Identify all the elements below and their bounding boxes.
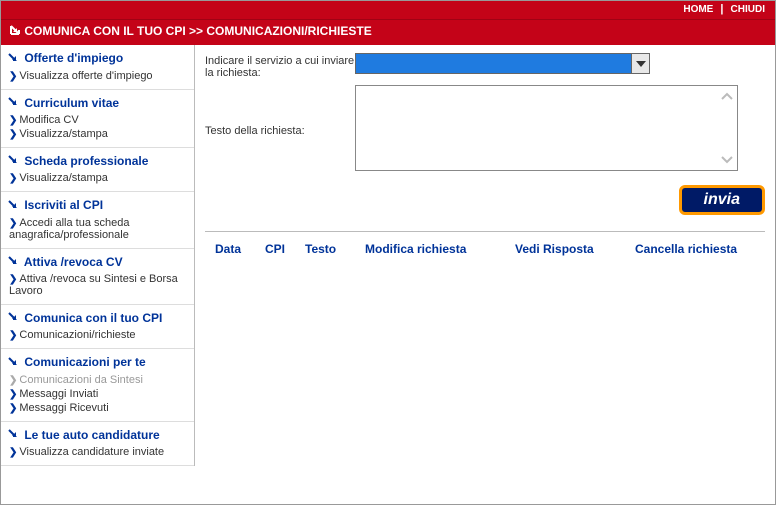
menu-header-label: Scheda professionale xyxy=(24,154,148,168)
divider xyxy=(205,231,765,232)
menu-item[interactable]: ❯Modifica CV xyxy=(7,113,188,127)
menu-item[interactable]: ❯Visualizza/stampa xyxy=(7,127,188,141)
chevron-up-icon xyxy=(719,88,735,104)
col-modifica: Modifica richiesta xyxy=(355,242,505,256)
menu-section: Comunica con il tuo CPI ❯Comunicazioni/ri… xyxy=(1,305,194,349)
menu-header[interactable]: Scheda professionale xyxy=(7,152,188,171)
col-cpi: CPI xyxy=(255,242,295,256)
menu-section: Attiva /revoca CV ❯Attiva /revoca su Sint… xyxy=(1,249,194,305)
arrow-icon xyxy=(7,154,19,169)
menu-header[interactable]: Comunica con il tuo CPI xyxy=(7,309,188,328)
text-label: Testo della richiesta: xyxy=(205,85,355,137)
dropdown-icon xyxy=(631,54,649,73)
menu-item[interactable]: ❯Visualizza/stampa xyxy=(7,171,188,185)
col-cancella: Cancella richiesta xyxy=(625,242,765,256)
service-select[interactable] xyxy=(355,53,650,74)
menu-item-label: Accedi alla tua scheda anagrafica/profes… xyxy=(9,217,129,241)
menu-item[interactable]: ❯Comunicazioni/richieste xyxy=(7,328,188,342)
titlebar-text: COMUNICA CON IL TUO CPI >> COMUNICAZIONI… xyxy=(24,24,371,38)
menu-item-label: Modifica CV xyxy=(19,114,78,126)
bullet-icon: ❯ xyxy=(9,115,17,126)
col-vedi: Vedi Risposta xyxy=(505,242,625,256)
menu-item[interactable]: ❯Messaggi Inviati xyxy=(7,387,188,401)
arrow-icon xyxy=(7,311,19,326)
menu-item-label: Visualizza candidature inviate xyxy=(19,446,164,458)
bullet-icon: ❯ xyxy=(9,173,17,184)
topbar: HOME | CHIUDI xyxy=(1,1,775,19)
bullet-icon: ❯ xyxy=(9,447,17,458)
arrow-icon xyxy=(7,428,19,443)
menu-section: Comunicazioni per te❯Comunicazioni da Si… xyxy=(1,349,194,421)
menu-item-label: Comunicazioni da Sintesi xyxy=(19,374,143,386)
col-data: Data xyxy=(205,242,255,256)
arrow-icon xyxy=(7,199,19,214)
menu-item-label: Messaggi Ricevuti xyxy=(19,402,108,414)
arrow-icon xyxy=(7,52,19,67)
bullet-icon: ❯ xyxy=(9,403,17,414)
col-testo: Testo xyxy=(295,242,355,256)
arrow-icon xyxy=(7,96,19,111)
menu-item-label: Visualizza/stampa xyxy=(19,128,107,140)
menu-header[interactable]: Offerte d'impiego xyxy=(7,49,188,68)
topbar-separator: | xyxy=(716,3,727,15)
close-link[interactable]: CHIUDI xyxy=(731,4,765,15)
menu-item-label: Visualizza/stampa xyxy=(19,172,107,184)
menu-section: Offerte d'impiego ❯Visualizza offerte d'i… xyxy=(1,45,194,89)
titlebar: COMUNICA CON IL TUO CPI >> COMUNICAZIONI… xyxy=(1,19,775,45)
home-link[interactable]: HOME xyxy=(683,4,713,15)
bullet-icon: ❯ xyxy=(9,218,17,229)
bullet-icon: ❯ xyxy=(9,375,17,386)
menu-header[interactable]: Le tue auto candidature xyxy=(7,426,188,445)
service-label: Indicare il servizio a cui inviare la ri… xyxy=(205,53,355,79)
bullet-icon: ❯ xyxy=(9,274,17,285)
menu-item-label: Visualizza offerte d'impiego xyxy=(19,70,152,82)
menu-header-label: Comunica con il tuo CPI xyxy=(24,311,162,325)
menu-item: ❯Comunicazioni da Sintesi xyxy=(7,373,188,387)
menu-item-label: Attiva /revoca su Sintesi e Borsa Lavoro xyxy=(9,273,178,297)
menu-header-label: Comunicazioni per te xyxy=(24,355,145,369)
menu-section: Scheda professionale ❯Visualizza/stampa xyxy=(1,148,194,192)
chevron-down-icon xyxy=(719,152,735,168)
menu-section: Le tue auto candidature ❯Visualizza candi… xyxy=(1,422,194,466)
menu-item[interactable]: ❯Visualizza offerte d'impiego xyxy=(7,69,188,83)
content: Indicare il servizio a cui inviare la ri… xyxy=(195,45,775,466)
menu-item[interactable]: ❯Visualizza candidature inviate xyxy=(7,445,188,459)
menu-header[interactable]: Curriculum vitae xyxy=(7,94,188,113)
menu-header-label: Le tue auto candidature xyxy=(24,428,159,442)
menu-header-label: Attiva /revoca CV xyxy=(24,255,123,269)
menu-item[interactable]: ❯Accedi alla tua scheda anagrafica/profe… xyxy=(7,216,188,242)
menu-item-label: Comunicazioni/richieste xyxy=(19,329,135,341)
menu-header[interactable]: Attiva /revoca CV xyxy=(7,253,188,272)
bullet-icon: ❯ xyxy=(9,129,17,140)
menu-item-label: Messaggi Inviati xyxy=(19,388,98,400)
menu-header-label: Offerte d'impiego xyxy=(24,51,123,65)
arrow-icon xyxy=(7,255,19,270)
menu-header-label: Iscriviti al CPI xyxy=(24,198,103,212)
bullet-icon: ❯ xyxy=(9,330,17,341)
menu-header[interactable]: Comunicazioni per te xyxy=(7,353,188,372)
submit-button[interactable]: invia xyxy=(679,185,765,215)
menu-header[interactable]: Iscriviti al CPI xyxy=(7,196,188,215)
menu-section: Iscriviti al CPI ❯Accedi alla tua scheda … xyxy=(1,192,194,248)
menu-header-label: Curriculum vitae xyxy=(24,96,119,110)
arrow-icon xyxy=(7,356,19,371)
menu-item[interactable]: ❯Messaggi Ricevuti xyxy=(7,401,188,415)
sidebar: Offerte d'impiego❯Visualizza offerte d'i… xyxy=(1,45,195,466)
bullet-icon: ❯ xyxy=(9,389,17,400)
table-header: Data CPI Testo Modifica richiesta Vedi R… xyxy=(205,242,765,256)
menu-item[interactable]: ❯Attiva /revoca su Sintesi e Borsa Lavor… xyxy=(7,272,188,298)
request-textarea[interactable] xyxy=(355,85,738,171)
bullet-icon: ❯ xyxy=(9,71,17,82)
menu-section: Curriculum vitae❯Modifica CV❯Visualizza/… xyxy=(1,90,194,148)
title-arrow-icon xyxy=(9,24,21,39)
